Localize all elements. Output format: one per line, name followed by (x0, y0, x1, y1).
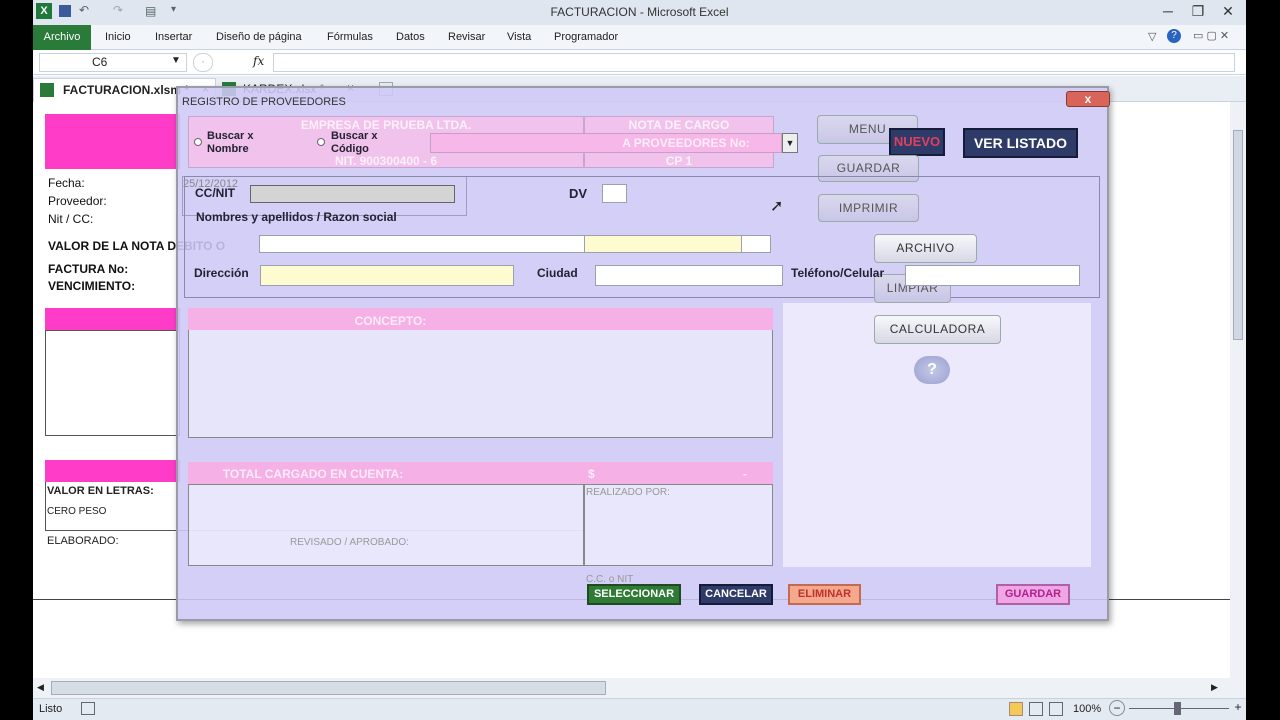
guardar-button[interactable]: GUARDAR (996, 584, 1070, 605)
macro-record-icon[interactable] (81, 702, 95, 715)
tab-programador[interactable]: Programador (554, 25, 618, 50)
revisado-label: REVISADO / APROBADO: (290, 537, 409, 548)
dialog-title: REGISTRO DE PROVEEDORES (182, 96, 346, 108)
eliminar-button[interactable]: ELIMINAR (788, 584, 861, 605)
horizontal-scroll-thumb[interactable] (51, 681, 606, 695)
calculadora-button[interactable]: CALCULADORA (874, 315, 1001, 344)
factura-label: FACTURA No: (48, 262, 129, 276)
vertical-scroll-thumb[interactable] (1233, 130, 1243, 340)
ciudad-input[interactable] (595, 265, 783, 286)
valor-letras-area (188, 484, 584, 566)
workbook-window-controls[interactable]: ▭ ▢ ✕ (1193, 29, 1229, 42)
title-bar: X ↶ ↷ ▤ ▾ FACTURACION - Microsoft Excel … (33, 0, 1246, 25)
direccion-label: Dirección (194, 266, 249, 280)
fecha-label: Fecha: (48, 176, 85, 190)
page-layout-view-icon[interactable] (1029, 702, 1043, 716)
concepto-box (45, 330, 180, 436)
status-ready: Listo (39, 703, 63, 715)
tab-inicio[interactable]: Inicio (105, 25, 131, 50)
mouse-cursor-icon: ➚ (770, 198, 784, 215)
window-title: FACTURACION - Microsoft Excel (550, 5, 729, 19)
tab-insertar[interactable]: Insertar (155, 25, 192, 50)
zoom-out-button[interactable]: − (1109, 700, 1125, 716)
status-bar: Listo 100% − + (33, 698, 1246, 720)
screen-border-right (1246, 0, 1280, 720)
archivo-button[interactable]: ARCHIVO (874, 234, 977, 263)
formula-bar: C6 ▼ · fx (33, 50, 1246, 75)
name-box[interactable]: C6 (39, 53, 187, 72)
page-break-view-icon[interactable] (1049, 702, 1063, 716)
tab-archivo[interactable]: Archivo (33, 25, 91, 50)
cancelar-button[interactable]: CANCELAR (699, 584, 773, 605)
formula-cancel-icon[interactable]: · (193, 53, 213, 72)
formula-input[interactable] (273, 53, 1235, 72)
telefono-label: Teléfono/Celular (791, 266, 885, 280)
search-combo-dropdown-icon[interactable]: ▼ (782, 133, 798, 153)
empresa-nit: NIT. 900300400 - 6 (334, 154, 438, 168)
concepto-label: CONCEPTO: (354, 314, 427, 328)
vencimiento-label: VENCIMIENTO: (48, 279, 136, 293)
screen-border-left (0, 0, 33, 720)
zoom-slider-thumb[interactable] (1174, 702, 1181, 715)
name-box-dropdown-icon[interactable]: ▼ (171, 55, 181, 66)
nuevo-button[interactable]: NUEVO (889, 128, 945, 156)
registro-proveedores-dialog: REGISTRO DE PROVEEDORES x EMPRESA DE PRU… (176, 86, 1110, 621)
normal-view-icon[interactable] (1009, 702, 1023, 716)
total-pink-bar (45, 460, 180, 482)
header-pink-block (45, 114, 180, 169)
radio-buscar-codigo[interactable] (317, 138, 325, 146)
nota-cargo-title: NOTA DE CARGO (628, 118, 730, 132)
cero-peso-text: CERO PESO (47, 506, 107, 517)
total-currency: $ (588, 467, 595, 481)
tab-datos[interactable]: Datos (396, 25, 425, 50)
elaborado-label: ELABORADO: (47, 535, 119, 547)
help-icon[interactable]: ? (1167, 29, 1181, 43)
nota-cargo-number: CP 1 (665, 154, 693, 168)
tab-diseno-pagina[interactable]: Diseño de página (216, 25, 302, 50)
tab-revisar[interactable]: Revisar (448, 25, 485, 50)
tab-vista[interactable]: Vista (507, 25, 531, 50)
radio-buscar-nombre-label: Buscar x Nombre (207, 130, 254, 155)
realizado-label: REALIZADO POR: (586, 487, 670, 498)
proveedor-label: Proveedor: (48, 194, 107, 208)
excel-file-icon (40, 83, 54, 97)
nit-label: Nit / CC: (48, 212, 94, 226)
ciudad-label: Ciudad (537, 266, 578, 280)
zoom-level: 100% (1073, 703, 1102, 715)
ver-listado-button[interactable]: VER LISTADO (963, 128, 1078, 158)
insert-function-icon[interactable]: fx (253, 54, 264, 68)
valor-letras-label: VALOR EN LETRAS: (47, 485, 154, 497)
total-value: - (743, 467, 747, 481)
workbook-name: FACTURACION.xlsm * (63, 83, 190, 97)
radio-buscar-codigo-label: Buscar x Código (331, 130, 378, 155)
tab-formulas[interactable]: Fórmulas (327, 25, 373, 50)
radio-buscar-nombre[interactable] (194, 138, 202, 146)
concepto-pink-bar (45, 308, 180, 330)
ribbon-tabs: Archivo Inicio Insertar Diseño de página… (33, 25, 1246, 50)
dialog-close-button[interactable]: x (1066, 91, 1110, 107)
a-proveedores-label: A PROVEEDORES No: (622, 136, 750, 150)
horizontal-scrollbar[interactable]: ◀ ▶ (33, 678, 1246, 698)
help-button[interactable]: ? (914, 356, 950, 384)
direccion-input[interactable] (260, 265, 514, 286)
saldo-inicial-input[interactable] (584, 235, 742, 253)
search-combo[interactable]: A PROVEEDORES No: (430, 133, 782, 153)
zoom-in-button[interactable]: + (1231, 700, 1245, 716)
ribbon-collapse-icon[interactable]: ▽ (1148, 30, 1156, 43)
telefono-input[interactable] (905, 265, 1080, 286)
minimize-button[interactable]: ─ (1153, 0, 1183, 22)
seleccionar-button[interactable]: SELECCIONAR (587, 584, 681, 605)
restore-button[interactable]: ❐ (1183, 0, 1213, 22)
scroll-right-icon[interactable]: ▶ (1211, 682, 1218, 693)
total-label: TOTAL CARGADO EN CUENTA: (222, 467, 404, 481)
scroll-left-icon[interactable]: ◀ (37, 682, 44, 693)
vertical-scrollbar[interactable] (1230, 102, 1246, 678)
close-button[interactable]: ✕ (1213, 0, 1243, 22)
